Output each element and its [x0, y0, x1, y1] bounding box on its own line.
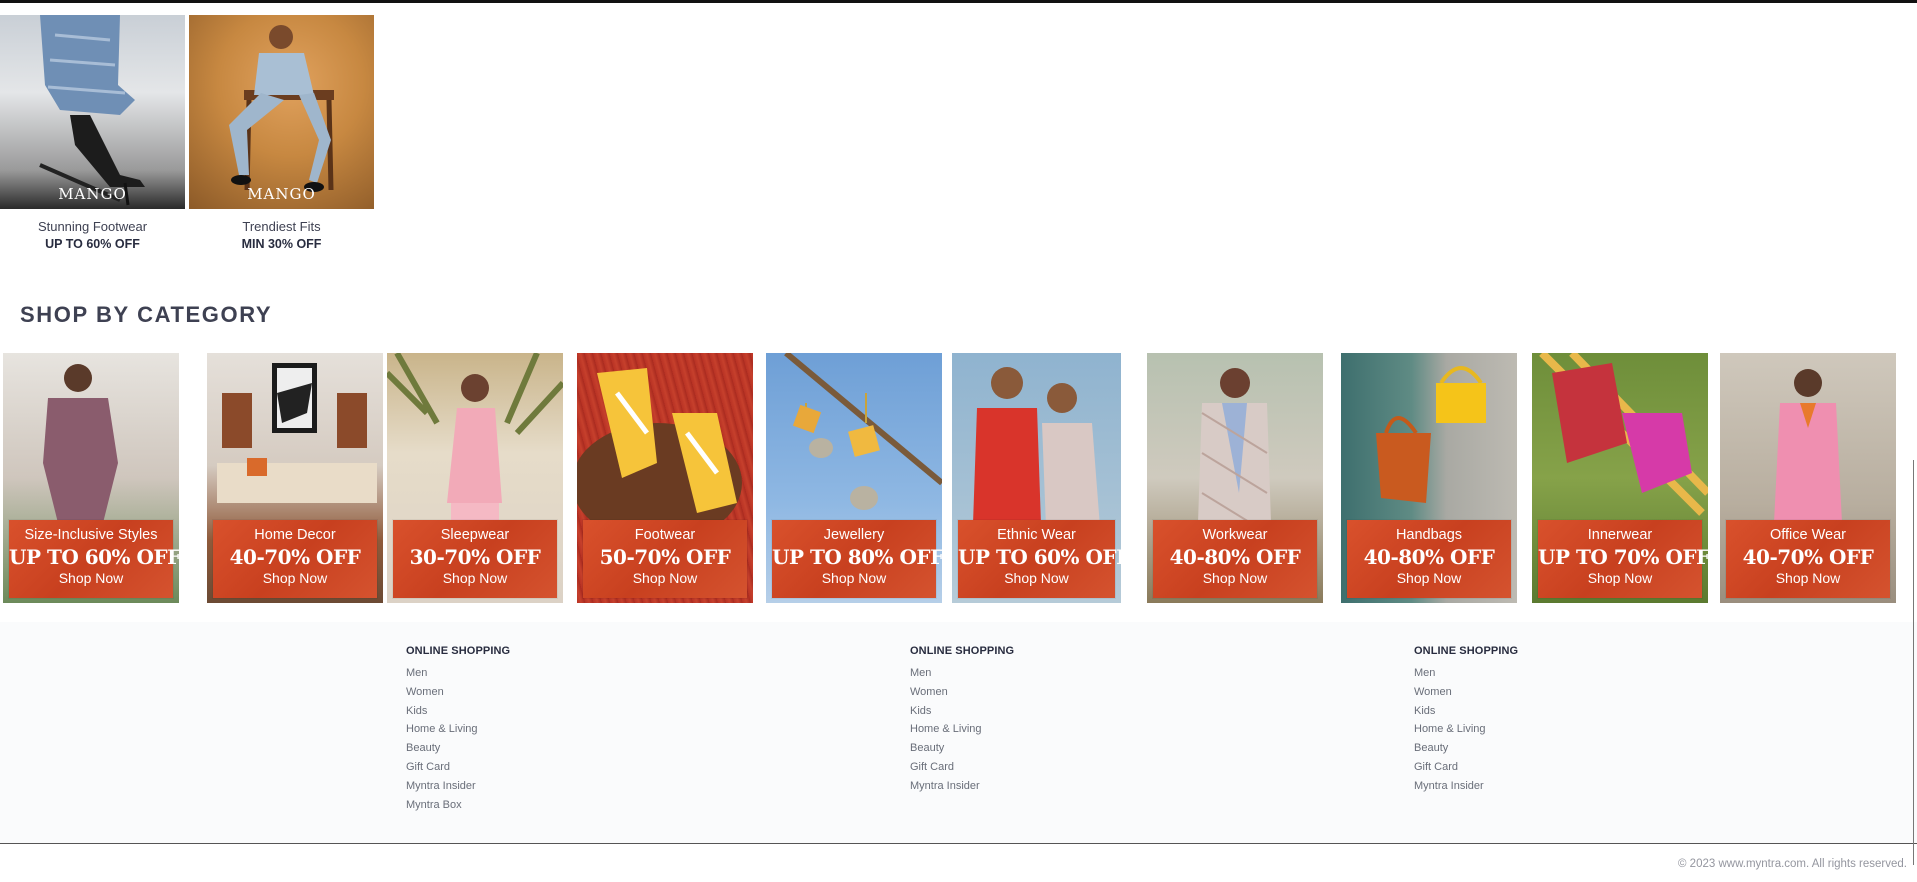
footer-column: ONLINE SHOPPING Men Women Kids Home & Li… — [1414, 645, 1518, 796]
footer-link-kids[interactable]: Kids — [910, 702, 1014, 721]
category-offer-panel: Office Wear 40-70% OFF Shop Now — [1726, 520, 1890, 598]
jeans-heel-illustration — [39, 15, 145, 206]
copyright-text: © 2023 www.myntra.com. All rights reserv… — [1678, 858, 1907, 870]
footer-link-beauty[interactable]: Beauty — [910, 739, 1014, 758]
footer-heading: ONLINE SHOPPING — [910, 645, 1015, 657]
category-name: Office Wear — [1769, 527, 1847, 543]
category-name: Innerwear — [1587, 527, 1653, 543]
category-offer: UP TO 70% OFF — [1538, 545, 1708, 569]
vertical-scrollbar[interactable] — [1913, 460, 1914, 865]
category-offer: 40-80% OFF — [1363, 545, 1495, 569]
category-offer: 40-70% OFF — [1742, 545, 1874, 569]
category-name: Size-Inclusive Styles — [24, 527, 158, 543]
footer-link-myntra-box[interactable]: Myntra Box — [406, 796, 510, 815]
category-card-workwear[interactable]: Workwear 40-80% OFF Shop Now — [1147, 353, 1323, 603]
category-name: Home Decor — [254, 527, 336, 543]
footer-link-home-living[interactable]: Home & Living — [1414, 720, 1518, 739]
shop-now-link[interactable]: Shop Now — [1538, 570, 1702, 586]
category-card-innerwear[interactable]: Innerwear UP TO 70% OFF Shop Now — [1532, 353, 1708, 603]
category-card-sleepwear[interactable]: Sleepwear 30-70% OFF Shop Now — [387, 353, 563, 603]
footer-link-myntra-insider[interactable]: Myntra Insider — [406, 777, 510, 796]
category-card-ethnic-wear[interactable]: Ethnic Wear UP TO 60% OFF Shop Now — [952, 353, 1121, 603]
shop-now-link[interactable]: Shop Now — [583, 570, 747, 586]
category-name: Workwear — [1202, 527, 1268, 543]
category-card-footwear[interactable]: Footwear 50-70% OFF Shop Now — [577, 353, 753, 603]
footer-link-beauty[interactable]: Beauty — [1414, 739, 1518, 758]
shop-now-link[interactable]: Shop Now — [9, 570, 173, 586]
category-card-size-inclusive[interactable]: Size-Inclusive Styles UP TO 60% OFF Shop… — [3, 353, 179, 603]
brand-logo: MANGO — [58, 185, 127, 203]
category-offer-panel: Handbags 40-80% OFF Shop Now — [1347, 520, 1511, 598]
category-offer-panel: Workwear 40-80% OFF Shop Now — [1153, 520, 1317, 598]
shop-now-link[interactable]: Shop Now — [958, 570, 1115, 586]
footer-link-men[interactable]: Men — [910, 664, 1014, 683]
category-name: Jewellery — [823, 527, 885, 543]
category-offer: UP TO 80% OFF — [772, 545, 942, 569]
footer-column: ONLINE SHOPPING Men Women Kids Home & Li… — [910, 645, 1014, 796]
category-card-jewellery[interactable]: Jewellery UP TO 80% OFF Shop Now — [766, 353, 942, 603]
footer-link-kids[interactable]: Kids — [406, 702, 510, 721]
footer-link-men[interactable]: Men — [1414, 664, 1518, 683]
category-name: Sleepwear — [440, 527, 510, 543]
shop-now-link[interactable]: Shop Now — [1153, 570, 1317, 586]
category-offer-panel: Size-Inclusive Styles UP TO 60% OFF Shop… — [9, 520, 179, 598]
category-offer: UP TO 60% OFF — [958, 545, 1121, 569]
category-offer: UP TO 60% OFF — [9, 545, 179, 569]
shop-now-link[interactable]: Shop Now — [393, 570, 557, 586]
category-offer-panel: Footwear 50-70% OFF Shop Now — [583, 520, 747, 598]
category-offer-panel: Sleepwear 30-70% OFF Shop Now — [393, 520, 557, 598]
shop-now-link[interactable]: Shop Now — [1347, 570, 1511, 586]
footer-link-gift-card[interactable]: Gift Card — [406, 758, 510, 777]
footer-link-kids[interactable]: Kids — [1414, 702, 1518, 721]
category-name: Ethnic Wear — [997, 527, 1076, 543]
category-offer-panel: Ethnic Wear UP TO 60% OFF Shop Now — [958, 520, 1121, 598]
promo-card-footwear[interactable]: MANGO Stunning Footwear UP TO 60% OFF — [0, 15, 185, 251]
footer-link-myntra-insider[interactable]: Myntra Insider — [1414, 777, 1518, 796]
promo-title: Stunning Footwear — [37, 219, 148, 234]
brand-logo: MANGO — [247, 185, 316, 203]
man-on-chair-illustration — [229, 25, 334, 192]
footer-link-women[interactable]: Women — [910, 683, 1014, 702]
footer-heading: ONLINE SHOPPING — [406, 645, 511, 657]
category-name: Handbags — [1395, 527, 1463, 543]
promo-offer: UP TO 60% OFF — [45, 237, 140, 251]
footer-link-women[interactable]: Women — [406, 683, 510, 702]
category-card-home-decor[interactable]: Home Decor 40-70% OFF Shop Now — [207, 353, 383, 603]
category-offer: 30-70% OFF — [409, 545, 541, 569]
category-card-handbags[interactable]: Handbags 40-80% OFF Shop Now — [1341, 353, 1517, 603]
category-card-office-wear[interactable]: Office Wear 40-70% OFF Shop Now — [1720, 353, 1896, 603]
category-offer-panel: Jewellery UP TO 80% OFF Shop Now — [772, 520, 942, 598]
footer-divider — [0, 843, 1917, 844]
footer-link-home-living[interactable]: Home & Living — [406, 720, 510, 739]
category-offer: 50-70% OFF — [599, 545, 731, 569]
footer-link-men[interactable]: Men — [406, 664, 510, 683]
promo-image: MANGO — [0, 15, 185, 209]
category-offer-panel: Home Decor 40-70% OFF Shop Now — [213, 520, 377, 598]
promo-image: MANGO — [189, 15, 374, 209]
footer-column: ONLINE SHOPPING Men Women Kids Home & Li… — [406, 645, 510, 814]
shop-now-link[interactable]: Shop Now — [1726, 570, 1890, 586]
shop-now-link[interactable]: Shop Now — [213, 570, 377, 586]
footer-heading: ONLINE SHOPPING — [1414, 645, 1519, 657]
top-divider — [0, 0, 1917, 3]
category-offer: 40-80% OFF — [1169, 545, 1301, 569]
footer-link-gift-card[interactable]: Gift Card — [910, 758, 1014, 777]
footer-link-beauty[interactable]: Beauty — [406, 739, 510, 758]
promo-offer: MIN 30% OFF — [241, 237, 322, 251]
category-offer: 40-70% OFF — [229, 545, 361, 569]
promo-title: Trendiest Fits — [242, 219, 321, 234]
footer-link-myntra-insider[interactable]: Myntra Insider — [910, 777, 1014, 796]
category-offer-panel: Innerwear UP TO 70% OFF Shop Now — [1538, 520, 1708, 598]
category-name: Footwear — [634, 527, 696, 543]
promo-card-fits[interactable]: MANGO Trendiest Fits MIN 30% OFF — [189, 15, 374, 251]
footer-link-gift-card[interactable]: Gift Card — [1414, 758, 1518, 777]
footer-link-home-living[interactable]: Home & Living — [910, 720, 1014, 739]
shop-now-link[interactable]: Shop Now — [772, 570, 936, 586]
section-title: SHOP BY CATEGORY — [20, 302, 273, 327]
footer-link-women[interactable]: Women — [1414, 683, 1518, 702]
